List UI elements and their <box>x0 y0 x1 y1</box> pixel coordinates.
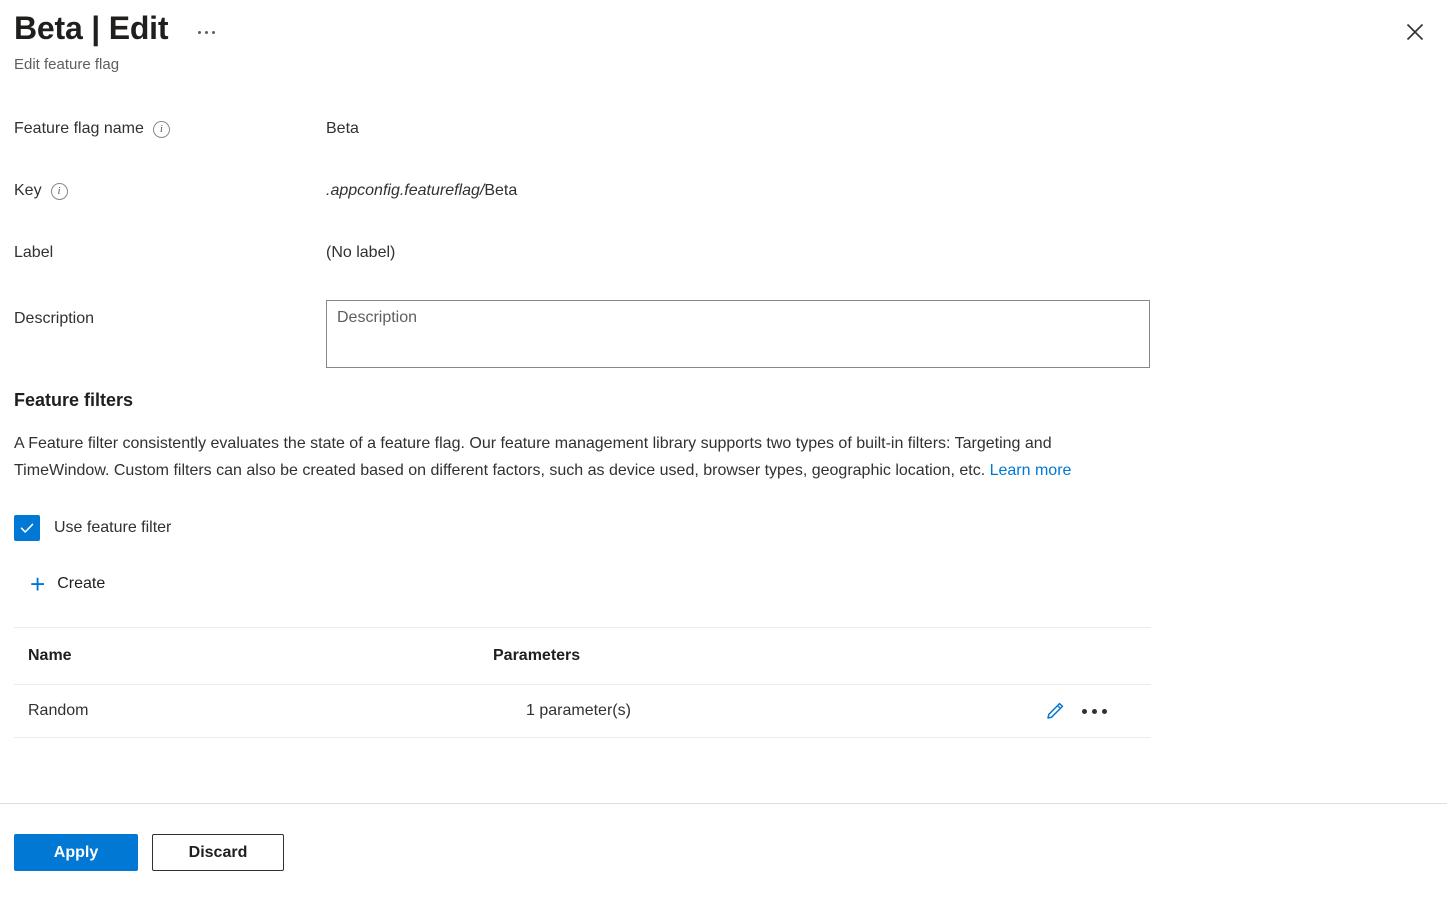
label-value: (No label) <box>326 244 396 261</box>
feature-filters-table: Name Parameters Random 1 parameter(s) <box>14 627 1151 738</box>
close-icon <box>1406 23 1424 41</box>
use-feature-filter-checkbox-row[interactable]: Use feature filter <box>14 515 171 541</box>
page-title: Beta | Edit <box>14 10 169 46</box>
feature-flag-name-label: Feature flag name i <box>14 110 326 140</box>
create-filter-label: Create <box>57 575 106 592</box>
learn-more-link[interactable]: Learn more <box>990 462 1072 479</box>
form-row-description: Description <box>14 300 1433 368</box>
title-row: Beta | Edit <box>14 8 1433 48</box>
close-button[interactable] <box>1399 16 1431 48</box>
more-commands-button[interactable] <box>194 25 219 40</box>
info-icon[interactable]: i <box>152 120 170 138</box>
ellipsis-dot-icon <box>1102 708 1107 714</box>
ellipsis-dot-icon <box>212 30 216 34</box>
feature-flag-name-value: Beta <box>326 120 359 137</box>
checkmark-icon <box>20 523 34 533</box>
info-icon[interactable]: i <box>50 182 68 200</box>
key-label: Key i <box>14 172 326 202</box>
footer-actions: Apply Discard <box>14 834 284 871</box>
description-label-text: Description <box>14 310 95 327</box>
use-feature-filter-checkbox[interactable] <box>14 515 40 541</box>
form-row-key: Key i .appconfig.featureflag/Beta <box>14 172 1433 234</box>
table-cell-parameters: 1 parameter(s) <box>526 702 631 719</box>
ellipsis-dot-icon <box>205 30 209 34</box>
form-row-label: Label (No label) <box>14 234 1433 296</box>
plus-icon: + <box>30 569 46 599</box>
table-row[interactable]: Random 1 parameter(s) <box>14 685 1151 738</box>
feature-filters-section: Feature filters A Feature filter consist… <box>14 388 1433 738</box>
page-subtitle: Edit feature flag <box>14 56 120 73</box>
ellipsis-dot-icon <box>1082 708 1087 714</box>
feature-filters-description: A Feature filter consistently evaluates … <box>14 430 1150 484</box>
key-value-suffix: Beta <box>484 182 518 199</box>
table-cell-name: Random <box>28 702 89 719</box>
blade-header: Beta | Edit Edit feature flag <box>14 8 1433 75</box>
ellipsis-dot-icon <box>198 30 202 34</box>
column-header-name: Name <box>28 647 72 664</box>
footer-divider <box>0 803 1447 804</box>
description-label: Description <box>14 300 326 330</box>
use-feature-filter-label: Use feature filter <box>54 519 172 536</box>
pencil-edit-icon[interactable] <box>1044 700 1066 722</box>
table-row-actions <box>1026 700 1151 722</box>
label-label: Label <box>14 234 326 264</box>
discard-button[interactable]: Discard <box>152 834 284 871</box>
description-input[interactable] <box>326 300 1150 368</box>
column-header-parameters: Parameters <box>493 647 581 664</box>
key-value-prefix: .appconfig.featureflag/ <box>326 182 485 199</box>
table-header-row: Name Parameters <box>14 628 1151 685</box>
form-row-feature-flag-name: Feature flag name i Beta <box>14 110 1433 172</box>
key-value: .appconfig.featureflag/Beta <box>326 172 517 202</box>
feature-filters-heading: Feature filters <box>14 390 134 410</box>
label-label-text: Label <box>14 244 54 261</box>
feature-flag-form: Feature flag name i Beta Key i .appconfi… <box>14 110 1433 368</box>
create-filter-button[interactable]: + Create <box>28 569 107 599</box>
row-more-button[interactable] <box>1078 703 1111 720</box>
feature-filters-description-text: A Feature filter consistently evaluates … <box>14 435 1052 479</box>
apply-button[interactable]: Apply <box>14 834 138 871</box>
key-label-text: Key <box>14 182 42 199</box>
feature-flag-name-label-text: Feature flag name <box>14 120 144 137</box>
ellipsis-dot-icon <box>1092 708 1097 714</box>
